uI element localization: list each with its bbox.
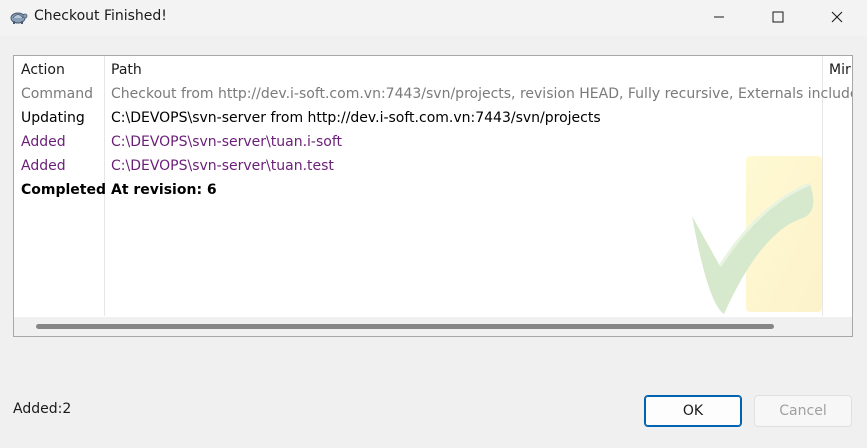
row-action: Added (21, 158, 66, 174)
row-path: C:\DEVOPS\svn-server\tuan.i-soft (111, 134, 343, 150)
status-summary: Added:2 (13, 401, 72, 417)
row-path: At revision: 6 (111, 182, 217, 198)
ok-button[interactable]: OK (644, 395, 742, 427)
minimize-button[interactable] (696, 0, 742, 34)
column-header-action[interactable]: Action (21, 62, 65, 78)
window-title: Checkout Finished! (34, 8, 167, 24)
results-list[interactable]: Action Path Mir Command Checkout from ht… (13, 55, 853, 337)
title-bar: Checkout Finished! (0, 0, 867, 36)
row-path: C:\DEVOPS\svn-server\tuan.test (111, 158, 334, 174)
row-action: Completed (21, 182, 107, 198)
cancel-button[interactable]: Cancel (754, 395, 852, 427)
maximize-icon (772, 11, 784, 23)
maximize-button[interactable] (755, 0, 801, 34)
list-item[interactable]: Added C:\DEVOPS\svn-server\tuan.test (14, 158, 852, 182)
close-button[interactable] (814, 0, 860, 34)
row-path: Checkout from http://dev.i-soft.com.vn:7… (111, 86, 853, 102)
scrollbar-thumb[interactable] (36, 324, 774, 329)
row-path: C:\DEVOPS\svn-server from http://dev.i-s… (111, 110, 601, 126)
tortoise-icon (10, 12, 28, 24)
list-item[interactable]: Command Checkout from http://dev.i-soft.… (14, 86, 852, 110)
list-item[interactable]: Updating C:\DEVOPS\svn-server from http:… (14, 110, 852, 134)
row-action: Updating (21, 110, 85, 126)
row-action: Added (21, 134, 66, 150)
row-action: Command (21, 86, 93, 102)
list-item[interactable]: Completed At revision: 6 (14, 182, 852, 206)
horizontal-scrollbar[interactable] (14, 317, 852, 336)
minimize-icon (714, 16, 724, 18)
column-header-path[interactable]: Path (111, 62, 142, 78)
list-item[interactable]: Added C:\DEVOPS\svn-server\tuan.i-soft (14, 134, 852, 158)
close-icon (831, 11, 843, 23)
column-header-mime[interactable]: Mir (829, 62, 851, 78)
